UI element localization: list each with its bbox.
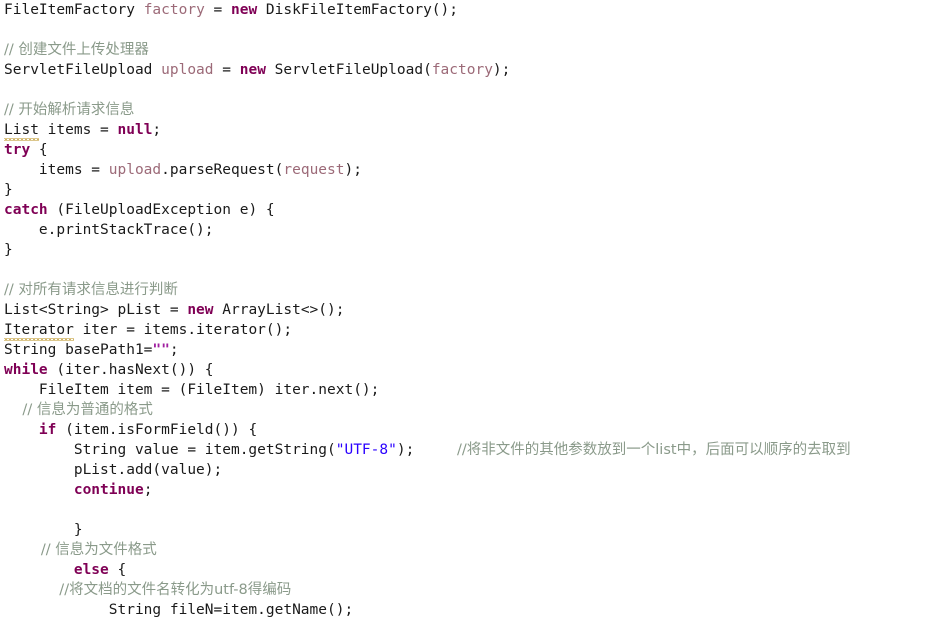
code-token-expression-end: );: [492, 62, 511, 78]
code-token-keyword-try: try: [4, 142, 31, 158]
code-token-type: FileItemFactory: [4, 2, 144, 18]
code-token-indent: [4, 482, 74, 498]
code-line: // 信息为普通的格式: [0, 400, 935, 420]
code-line: // 开始解析请求信息: [0, 100, 935, 120]
code-line: // 信息为文件格式: [0, 540, 935, 560]
code-line: List<String> pList = new ArrayList<>();: [0, 300, 935, 320]
code-line: while (iter.hasNext()) {: [0, 360, 935, 380]
code-token-variable: factory: [143, 2, 205, 18]
code-token-string: "": [152, 342, 170, 358]
code-token-type-warning: List: [4, 122, 39, 141]
code-token-argument: factory: [431, 62, 493, 78]
code-token-trailing-comment: //将非文件的其他参数放到一个list中，后面可以顺序的去取到: [457, 442, 851, 458]
code-token-indent: [4, 562, 74, 578]
code-line: String value = item.getString("UTF-8"); /…: [0, 440, 935, 460]
code-line: items = upload.parseRequest(request);: [0, 160, 935, 180]
code-token-comment: // 创建文件上传处理器: [4, 42, 149, 58]
code-line: //将文档的文件名转化为utf-8得编码: [0, 580, 935, 600]
code-token-keyword-else: else: [73, 562, 109, 578]
code-token-statement: pList.add(value);: [4, 462, 223, 478]
code-token-statement: String fileN=item.getName();: [4, 602, 354, 618]
code-token-keyword-new: new: [239, 62, 266, 78]
code-line: // 创建文件上传处理器: [0, 40, 935, 60]
code-token-expression: (item.isFormField()) {: [56, 422, 258, 438]
code-token-operator: =: [213, 62, 240, 78]
code-line: ServletFileUpload upload = new ServletFi…: [0, 60, 935, 80]
code-line: }: [0, 240, 935, 260]
code-token-expression-end: ;: [152, 122, 162, 138]
code-token-declaration: String value = item.getString(: [4, 442, 336, 458]
code-token-declaration: List<String> pList =: [4, 302, 188, 318]
code-token-statement: FileItem item = (FileItem) iter.next();: [4, 382, 380, 398]
code-token-expression-end: );: [344, 162, 362, 178]
code-token-variable: upload: [108, 162, 162, 178]
code-line: else {: [0, 560, 935, 580]
code-token-expression-end: );: [396, 442, 415, 458]
code-token-keyword-new: new: [187, 302, 214, 318]
code-token-type: ServletFileUpload: [4, 62, 162, 78]
code-token-expression: (FileUploadException e) {: [47, 202, 275, 218]
code-line: Iterator iter = items.iterator();: [0, 320, 935, 341]
code-token-keyword-continue: continue: [73, 482, 144, 498]
code-line: String basePath1="";: [0, 340, 935, 360]
code-token-brace: {: [30, 142, 48, 158]
code-line: }: [0, 180, 935, 200]
code-token-keyword-new: new: [231, 2, 258, 18]
code-line: FileItemFactory factory = new DiskFileIt…: [0, 0, 935, 20]
code-token-expression: ArrayList<>();: [213, 302, 345, 318]
code-token-expression: DiskFileItemFactory();: [257, 2, 458, 18]
code-token-indent: [4, 422, 39, 438]
code-token-keyword-while: while: [4, 362, 48, 378]
code-token-method-call: .parseRequest(: [161, 162, 284, 178]
code-token-keyword-null: null: [117, 122, 153, 138]
code-line: try {: [0, 140, 935, 160]
code-token-operator: =: [204, 2, 231, 18]
code-line: FileItem item = (FileItem) iter.next();: [0, 380, 935, 400]
code-token-expression: (iter.hasNext()) {: [47, 362, 214, 378]
code-token-brace: }: [4, 182, 13, 198]
code-token-comment: // 开始解析请求信息: [4, 102, 135, 118]
code-token-keyword-if: if: [38, 422, 57, 438]
code-token-brace: }: [4, 242, 13, 258]
code-token-variable: upload: [161, 62, 214, 78]
code-token-keyword-catch: catch: [4, 202, 48, 218]
code-token-expression: ServletFileUpload(: [265, 62, 432, 78]
code-editor-canvas[interactable]: FileItemFactory factory = new DiskFileIt…: [0, 0, 935, 618]
code-token-string: "UTF-8": [335, 442, 397, 458]
code-token-declaration: String basePath1=: [4, 342, 153, 358]
code-token-expression: items =: [4, 162, 109, 178]
code-token-statement: e.printStackTrace();: [4, 222, 214, 238]
code-token-expression: items =: [38, 122, 118, 138]
code-token-type-warning: Iterator: [4, 322, 74, 341]
code-line: String fileN=item.getName();: [0, 600, 935, 620]
code-token-expression-end: ;: [143, 482, 153, 498]
code-token-comment: // 信息为文件格式: [4, 542, 157, 558]
code-line: if (item.isFormField()) {: [0, 420, 935, 440]
code-token-expression-end: ;: [169, 342, 179, 358]
code-token-expression: iter = items.iterator();: [73, 322, 293, 338]
code-token-brace: }: [4, 522, 83, 538]
code-line: }: [0, 520, 935, 540]
code-line: List items = null;: [0, 120, 935, 141]
code-line: e.printStackTrace();: [0, 220, 935, 240]
code-token-comment: //将文档的文件名转化为utf-8得编码: [4, 582, 292, 598]
code-line: // 对所有请求信息进行判断: [0, 280, 935, 300]
code-token-comment: // 对所有请求信息进行判断: [4, 282, 178, 298]
code-token-comment: // 信息为普通的格式: [4, 402, 153, 418]
code-line: pList.add(value);: [0, 460, 935, 480]
code-token-argument: request: [283, 162, 345, 178]
code-line: catch (FileUploadException e) {: [0, 200, 935, 220]
code-line: continue;: [0, 480, 935, 500]
code-token-brace: {: [108, 562, 127, 578]
